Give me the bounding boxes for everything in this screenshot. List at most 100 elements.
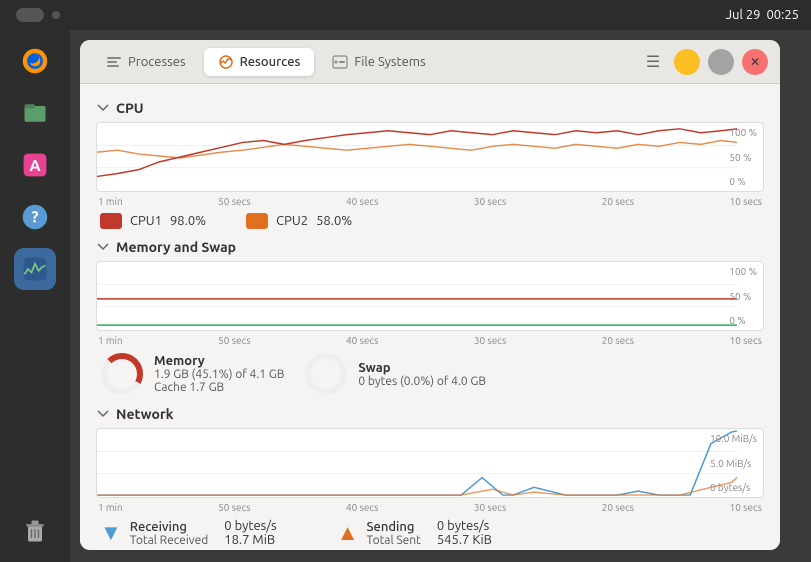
cpu-time-4: 20 secs [602, 196, 634, 207]
network-time-labels: 1 min 50 secs 40 secs 30 secs 20 secs 10… [96, 502, 764, 513]
cpu-time-5: 10 secs [730, 196, 762, 207]
down-arrow-icon: ▼ [100, 520, 122, 546]
files-icon[interactable] [14, 92, 56, 134]
mem-time-5: 10 secs [730, 335, 762, 346]
cpu-time-1: 50 secs [218, 196, 250, 207]
network-section: Network 10.0 MiB/s 5.0 MiB/s 0 bytes/s [96, 406, 764, 547]
tab-resources-label: Resources [240, 55, 301, 69]
memory-collapse-icon[interactable] [96, 240, 110, 254]
receiving-rate: 0 bytes/s [224, 519, 276, 533]
tab-resources[interactable]: Resources [204, 48, 315, 76]
memory-title: Memory and Swap [116, 239, 236, 255]
mem-time-0: 1 min [98, 335, 123, 346]
swap-label: Swap [358, 361, 486, 375]
sysmon-icon[interactable] [14, 248, 56, 290]
mem-time-2: 40 secs [346, 335, 378, 346]
memory-label-100: 100 % [729, 266, 757, 277]
tab-filesystems-label: File Systems [354, 55, 425, 69]
memory-indicator: Memory 1.9 GB (45.1%) of 4.1 GB Cache 1.… [100, 352, 284, 396]
window-actions: ☰ ✕ [640, 49, 768, 75]
tab-processes[interactable]: Processes [92, 48, 200, 76]
appstore-icon[interactable]: A [14, 144, 56, 186]
cpu1-color [100, 213, 122, 229]
total-sent-label: Total Sent [366, 534, 420, 547]
mem-time-3: 30 secs [474, 335, 506, 346]
memory-label: Memory [154, 354, 284, 368]
net-label-0: 0 bytes/s [710, 482, 757, 493]
cpu-label-0: 0 % [729, 176, 757, 187]
minimize-button[interactable] [674, 49, 700, 75]
taskbar: Jul 29 00:25 [0, 0, 811, 30]
receiving-indicator: ▼ Receiving Total Received 0 bytes/s 18.… [100, 519, 277, 547]
cpu-time-labels: 1 min 50 secs 40 secs 30 secs 20 secs 10… [96, 196, 764, 207]
memory-label-50: 50 % [729, 291, 757, 302]
swap-value: 0 bytes (0.0%) of 4.0 GB [358, 375, 486, 388]
network-section-header: Network [96, 406, 764, 422]
help-icon[interactable]: ? [14, 196, 56, 238]
network-chart-labels: 10.0 MiB/s 5.0 MiB/s 0 bytes/s [710, 433, 757, 493]
memory-chart: 100 % 50 % 0 % [96, 261, 764, 331]
sidebar: A ? [0, 30, 70, 562]
swap-indicator: Swap 0 bytes (0.0%) of 4.0 GB [304, 352, 486, 396]
resources-icon [218, 54, 234, 70]
cpu-indicators: CPU1 98.0% CPU2 58.0% [96, 213, 764, 229]
taskbar-datetime: Jul 29 00:25 [726, 8, 799, 22]
processes-icon [106, 54, 122, 70]
swap-info: Swap 0 bytes (0.0%) of 4.0 GB [358, 361, 486, 388]
maximize-button[interactable] [708, 49, 734, 75]
mem-time-4: 20 secs [602, 335, 634, 346]
cpu-collapse-icon[interactable] [96, 101, 110, 115]
cpu2-color [246, 213, 268, 229]
memory-value: 1.9 GB (45.1%) of 4.1 GB [154, 368, 284, 381]
cpu-section-header: CPU [96, 100, 764, 116]
memory-section: Memory and Swap 100 % 50 % 0 % [96, 239, 764, 396]
receiving-info: Receiving Total Received [130, 520, 208, 547]
memory-indicators: Memory 1.9 GB (45.1%) of 4.1 GB Cache 1.… [96, 352, 764, 396]
memory-label-0: 0 % [729, 315, 757, 326]
cpu-chart: 100 % 50 % 0 % [96, 122, 764, 192]
up-arrow-icon: ▲ [337, 520, 359, 546]
network-indicators: ▼ Receiving Total Received 0 bytes/s 18.… [96, 519, 764, 547]
trash-icon[interactable] [14, 510, 56, 552]
memory-donut [100, 352, 144, 396]
menu-button[interactable]: ☰ [640, 49, 666, 75]
total-received-label: Total Received [130, 534, 208, 547]
cpu-time-3: 30 secs [474, 196, 506, 207]
memory-section-header: Memory and Swap [96, 239, 764, 255]
filesystems-icon [332, 54, 348, 70]
cpu2-label: CPU2 [276, 214, 308, 228]
memory-chart-labels: 100 % 50 % 0 % [729, 266, 757, 326]
cpu-label-50: 50 % [729, 152, 757, 163]
sending-total: 545.7 KiB [437, 533, 492, 547]
network-chart: 10.0 MiB/s 5.0 MiB/s 0 bytes/s [96, 428, 764, 498]
receiving-values: 0 bytes/s 18.7 MiB [224, 519, 276, 547]
cpu1-value: 98.0% [170, 214, 206, 228]
main-window: Processes Resources File Systems [80, 40, 780, 550]
mem-time-1: 50 secs [218, 335, 250, 346]
taskbar-dot [52, 11, 60, 19]
sending-rate: 0 bytes/s [437, 519, 492, 533]
cpu1-label: CPU1 [130, 214, 162, 228]
cpu2-indicator: CPU2 58.0% [246, 213, 352, 229]
taskbar-pill [16, 8, 44, 22]
taskbar-left [12, 8, 710, 22]
svg-text:A: A [29, 156, 40, 174]
cpu-time-2: 40 secs [346, 196, 378, 207]
memory-time-labels: 1 min 50 secs 40 secs 30 secs 20 secs 10… [96, 335, 764, 346]
titlebar: Processes Resources File Systems [80, 40, 780, 84]
cpu-chart-labels: 100 % 50 % 0 % [729, 127, 757, 187]
cpu-title: CPU [116, 100, 144, 116]
net-label-10: 10.0 MiB/s [710, 433, 757, 444]
sending-label: Sending [366, 520, 420, 534]
nav-tabs: Processes Resources File Systems [92, 48, 640, 76]
net-time-1: 50 secs [218, 502, 250, 513]
tab-filesystems[interactable]: File Systems [318, 48, 439, 76]
taskbar-time: 00:25 [766, 8, 799, 22]
cpu-label-100: 100 % [729, 127, 757, 138]
network-collapse-icon[interactable] [96, 407, 110, 421]
close-button[interactable]: ✕ [742, 49, 768, 75]
tab-processes-label: Processes [128, 55, 186, 69]
sending-values: 0 bytes/s 545.7 KiB [437, 519, 492, 547]
firefox-icon[interactable] [14, 40, 56, 82]
cpu-time-0: 1 min [98, 196, 123, 207]
